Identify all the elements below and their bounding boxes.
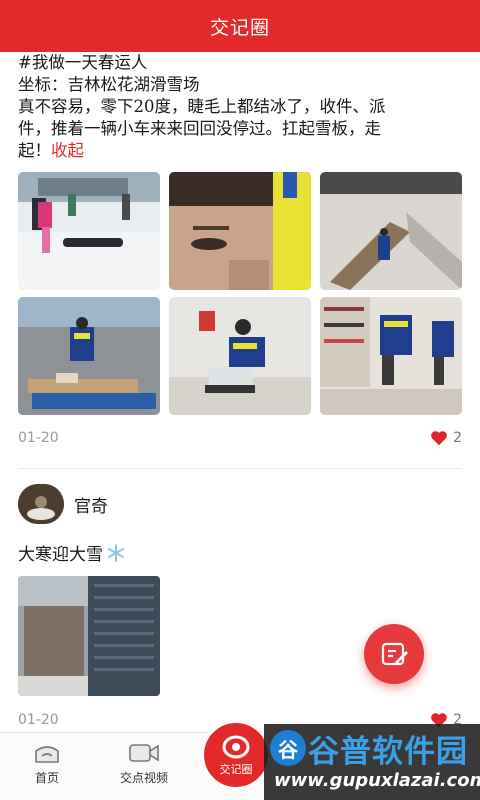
watermark-logo: 谷 [270,730,306,766]
photo-courier-indoor[interactable] [169,297,311,415]
heart-icon [431,431,447,446]
watermark-title: 谷普软件园 [308,734,468,770]
author-name[interactable]: 官奇 [74,492,108,517]
snowflake-icon [108,543,124,562]
photo-grid [18,172,462,415]
tab-video[interactable]: 交点视频 [99,741,189,786]
photo-ski-slope[interactable] [18,172,160,290]
post-divider [18,468,462,469]
post-date: 01-20 [18,712,59,728]
watermark-url: www.gupuxlazai.com [274,770,480,791]
post-text-line: 坐标：吉林松花湖滑雪场 [18,75,200,94]
photo-courier-packages[interactable] [18,297,160,415]
photo-courier-shop[interactable] [320,297,462,415]
photo-snow-building[interactable] [18,576,160,696]
circle-tab-icon [222,735,250,758]
watermark: 谷 谷普软件园 www.gupuxlazai.com [264,724,480,800]
post-text: #我做一天春运人 坐标：吉林松花湖滑雪场 真不容易，零下20度，睫毛上都结冰了，… [18,52,468,162]
tab-home-label: 首页 [34,771,59,785]
compose-button[interactable] [364,624,424,684]
post-text-line: 大寒迎大雪 [18,545,103,565]
post-text-line: #我做一天春运人 [18,53,148,72]
post-text-line: 起！收起 [18,140,468,162]
video-camera-icon [129,744,159,762]
home-icon [35,746,59,763]
tab-video-label: 交点视频 [119,771,168,785]
post-text: 大寒迎大雪 [18,540,126,565]
photo-escalator[interactable] [320,172,462,290]
edit-icon [381,642,408,666]
avatar[interactable] [18,484,64,524]
tab-circle-label: 交记圈 [219,762,253,776]
tab-circle[interactable]: 交记圈 [200,719,272,791]
like-count: 2 [453,430,462,446]
photo-face-closeup[interactable] [169,172,311,290]
post-date: 01-20 [18,430,59,446]
collapse-link[interactable]: 收起 [51,141,84,160]
post-author[interactable]: 官奇 [18,484,108,524]
post-text-line: 件，推着一辆小车来来回回没停过。扛起雪板，走 [18,119,381,138]
post-text-last: 起！ [18,141,51,160]
post-text-line: 真不容易，零下20度，睫毛上都结冰了，收件、派 [18,97,386,116]
post-meta: 01-20 2 [18,430,462,450]
app-header: 交记圈 [0,0,480,52]
tab-home[interactable]: 首页 [2,741,92,786]
like-button[interactable]: 2 [430,430,462,446]
page-title: 交记圈 [209,16,270,39]
